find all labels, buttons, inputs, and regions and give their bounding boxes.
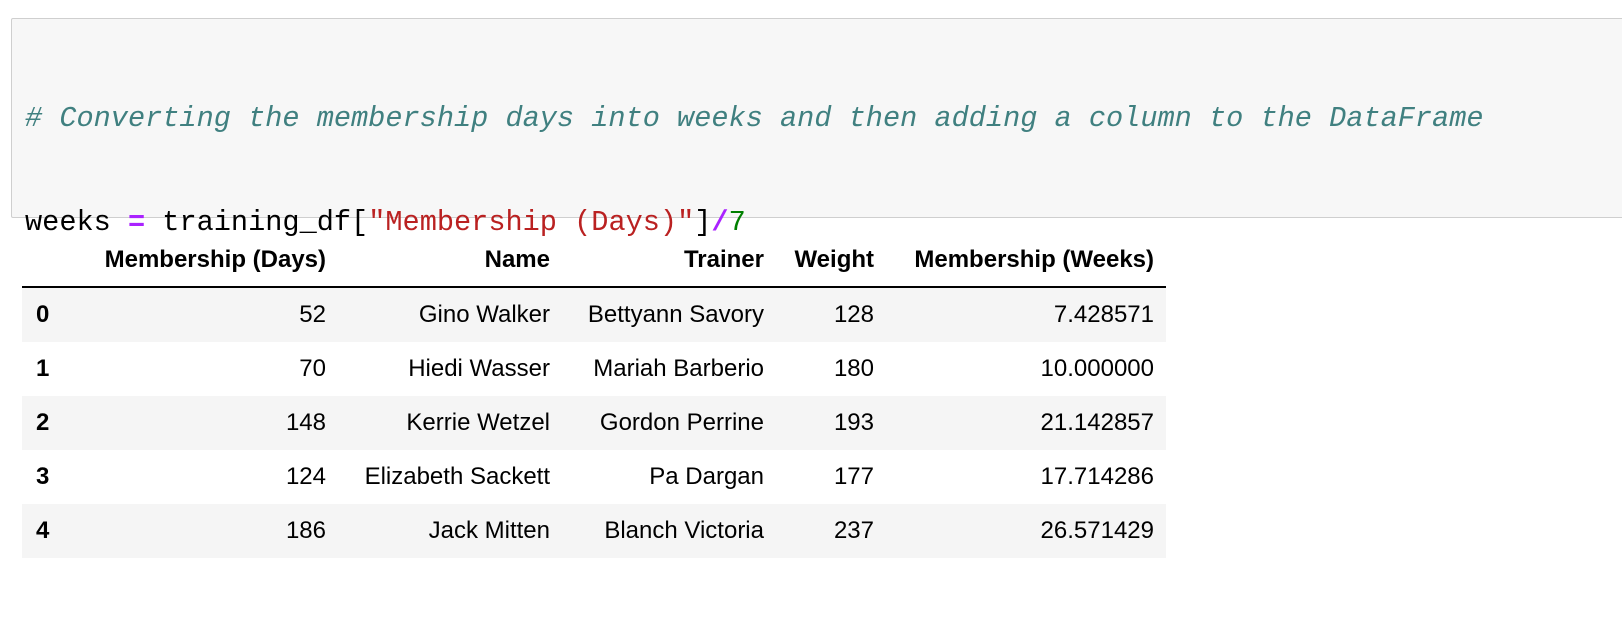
cell-name: Elizabeth Sackett <box>364 463 550 490</box>
cell-membership-weeks: 7.428571 <box>1053 301 1154 328</box>
cell-membership-days: 52 <box>299 301 326 328</box>
code-comment: # Converting the membership days into we… <box>25 102 1484 135</box>
column-header-membership-weeks: Membership (Weeks) <box>886 234 1166 288</box>
table-header-row: Membership (Days) Name Trainer Weight Me… <box>22 234 1166 288</box>
cell-name: Kerrie Wetzel <box>406 409 550 436</box>
cell-name: Hiedi Wasser <box>408 355 550 382</box>
table-row: 2 148 Kerrie Wetzel Gordon Perrine 193 2… <box>22 396 1166 450</box>
cell-trainer: Pa Dargan <box>649 463 764 490</box>
row-index: 3 <box>36 463 50 490</box>
column-header-trainer: Trainer <box>562 234 776 288</box>
cell-membership-days: 186 <box>285 517 326 544</box>
cell-trainer: Mariah Barberio <box>593 355 764 382</box>
code-cell-input[interactable]: # Converting the membership days into we… <box>11 18 1622 549</box>
cell-weight: 180 <box>833 355 874 382</box>
cell-name: Gino Walker <box>418 301 550 328</box>
row-index: 1 <box>36 355 50 382</box>
column-header-weight: Weight <box>776 234 886 288</box>
row-index: 4 <box>36 517 50 544</box>
column-header-membership-days: Membership (Days) <box>76 234 338 288</box>
cell-membership-days: 70 <box>299 355 326 382</box>
row-index: 0 <box>36 301 50 328</box>
column-header-index <box>22 234 76 288</box>
column-header-name: Name <box>338 234 562 288</box>
table-row: 0 52 Gino Walker Bettyann Savory 128 7.4… <box>22 287 1166 342</box>
cell-trainer: Gordon Perrine <box>599 409 764 436</box>
cell-weight: 193 <box>833 409 874 436</box>
cell-weight: 237 <box>833 517 874 544</box>
cell-membership-days: 124 <box>285 463 326 490</box>
cell-membership-weeks: 21.142857 <box>1040 409 1154 436</box>
cell-trainer: Blanch Victoria <box>604 517 764 544</box>
cell-membership-days: 148 <box>285 409 326 436</box>
cell-membership-weeks: 26.571429 <box>1040 517 1154 544</box>
cell-trainer: Bettyann Savory <box>587 301 764 328</box>
table-row: 3 124 Elizabeth Sackett Pa Dargan 177 17… <box>22 450 1166 504</box>
cell-weight: 177 <box>833 463 874 490</box>
code-line-1: # Converting the membership days into we… <box>25 102 1484 137</box>
cell-weight: 128 <box>833 301 874 328</box>
table-row: 4 186 Jack Mitten Blanch Victoria 237 26… <box>22 504 1166 558</box>
cell-membership-weeks: 17.714286 <box>1040 463 1154 490</box>
dataframe-output-table: Membership (Days) Name Trainer Weight Me… <box>22 234 1166 558</box>
cell-membership-weeks: 10.000000 <box>1040 355 1154 382</box>
table-row: 1 70 Hiedi Wasser Mariah Barberio 180 10… <box>22 342 1166 396</box>
cell-name: Jack Mitten <box>428 517 550 544</box>
row-index: 2 <box>36 409 50 436</box>
